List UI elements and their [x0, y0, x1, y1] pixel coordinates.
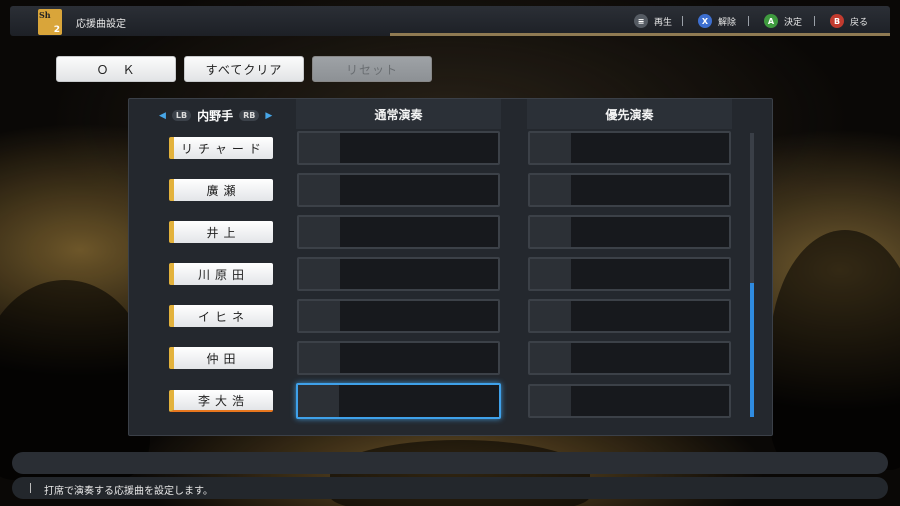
- priority-song-slot[interactable]: [528, 341, 731, 375]
- slot-cap: [299, 175, 340, 205]
- normal-song-slot[interactable]: [297, 215, 500, 249]
- rb-button-icon[interactable]: RB: [239, 110, 260, 121]
- info-bar: [12, 452, 888, 474]
- ok-button[interactable]: Ｏ Ｋ: [56, 56, 176, 82]
- hint-separator: [682, 16, 683, 26]
- slot-cap: [299, 217, 340, 247]
- hint-back[interactable]: B 戻る: [830, 13, 868, 29]
- priority-song-slot[interactable]: [528, 299, 731, 333]
- hint-confirm[interactable]: A 決定: [764, 13, 802, 29]
- slot-cap: [299, 259, 340, 289]
- lb-button-icon[interactable]: LB: [171, 110, 192, 121]
- cheer-song-panel: ◀ LB 内野手 RB ▶ 通常演奏 優先演奏 リチャード 廣瀬 井上 川原田 …: [128, 98, 773, 436]
- reset-button[interactable]: リセット: [312, 56, 432, 82]
- player-name-card[interactable]: 廣瀬: [169, 179, 273, 201]
- hint-play-label: 再生: [654, 17, 673, 28]
- game-logo: Sh 2: [38, 9, 62, 35]
- hint-clear[interactable]: X 解除: [698, 13, 736, 29]
- slot-cap: [530, 301, 571, 331]
- description-marker: [30, 483, 31, 493]
- description-bar: 打席で演奏する応援曲を設定します。: [12, 477, 888, 499]
- player-name-card[interactable]: リチャード: [169, 137, 273, 159]
- scrollbar[interactable]: [750, 133, 754, 417]
- slot-cap: [298, 385, 339, 417]
- hint-clear-label: 解除: [718, 17, 737, 28]
- slot-cap: [299, 343, 340, 373]
- priority-song-slot[interactable]: [528, 384, 731, 418]
- priority-song-slot[interactable]: [528, 257, 731, 291]
- normal-song-slot[interactable]: [297, 341, 500, 375]
- header-bar: Sh 2 応援曲設定 ≡ 再生 X 解除 A 決定 B 戻る: [10, 6, 890, 36]
- player-name-card[interactable]: 川原田: [169, 263, 273, 285]
- slot-cap: [530, 133, 571, 163]
- slot-cap: [299, 301, 340, 331]
- position-selector[interactable]: ◀ LB 内野手 RB ▶: [159, 107, 272, 124]
- triangle-left-icon[interactable]: ◀: [159, 111, 166, 121]
- priority-song-slot[interactable]: [528, 173, 731, 207]
- header-accent-line: [390, 33, 890, 36]
- description-text: 打席で演奏する応援曲を設定します。: [44, 486, 213, 497]
- slot-cap: [530, 343, 571, 373]
- normal-song-slot[interactable]: [297, 257, 500, 291]
- logo-number: 2: [53, 25, 60, 35]
- normal-song-slot[interactable]: [297, 131, 500, 165]
- player-name-card[interactable]: 仲田: [169, 347, 273, 369]
- slot-cap: [530, 217, 571, 247]
- hint-separator: [748, 16, 749, 26]
- slot-cap: [530, 386, 571, 416]
- priority-play-header: 優先演奏: [527, 99, 732, 129]
- priority-song-slot[interactable]: [528, 131, 731, 165]
- clear-all-button[interactable]: すべてクリア: [184, 56, 304, 82]
- triangle-right-icon[interactable]: ▶: [265, 111, 272, 121]
- priority-song-slot[interactable]: [528, 215, 731, 249]
- menu-button-icon: ≡: [634, 14, 648, 28]
- scrollbar-thumb[interactable]: [750, 283, 754, 417]
- normal-song-slot[interactable]: [297, 299, 500, 333]
- slot-cap: [299, 133, 340, 163]
- player-name-card[interactable]: 井上: [169, 221, 273, 243]
- slot-cap: [530, 175, 571, 205]
- player-name-card-selected[interactable]: 李大浩: [169, 390, 273, 412]
- hint-confirm-label: 決定: [784, 17, 803, 28]
- hint-separator: [814, 16, 815, 26]
- a-button-icon: A: [764, 14, 778, 28]
- b-button-icon: B: [830, 14, 844, 28]
- normal-song-slot-focused[interactable]: [296, 383, 501, 419]
- x-button-icon: X: [698, 14, 712, 28]
- position-label: 内野手: [197, 109, 234, 123]
- screen-title: 応援曲設定: [76, 19, 126, 30]
- hint-back-label: 戻る: [850, 17, 869, 28]
- normal-play-header: 通常演奏: [296, 99, 501, 129]
- logo-letters: Sh: [39, 10, 51, 20]
- hint-play[interactable]: ≡ 再生: [634, 13, 672, 29]
- slot-cap: [530, 259, 571, 289]
- crowd-silhouette-right: [770, 230, 900, 470]
- normal-song-slot[interactable]: [297, 173, 500, 207]
- player-name-card[interactable]: イヒネ: [169, 305, 273, 327]
